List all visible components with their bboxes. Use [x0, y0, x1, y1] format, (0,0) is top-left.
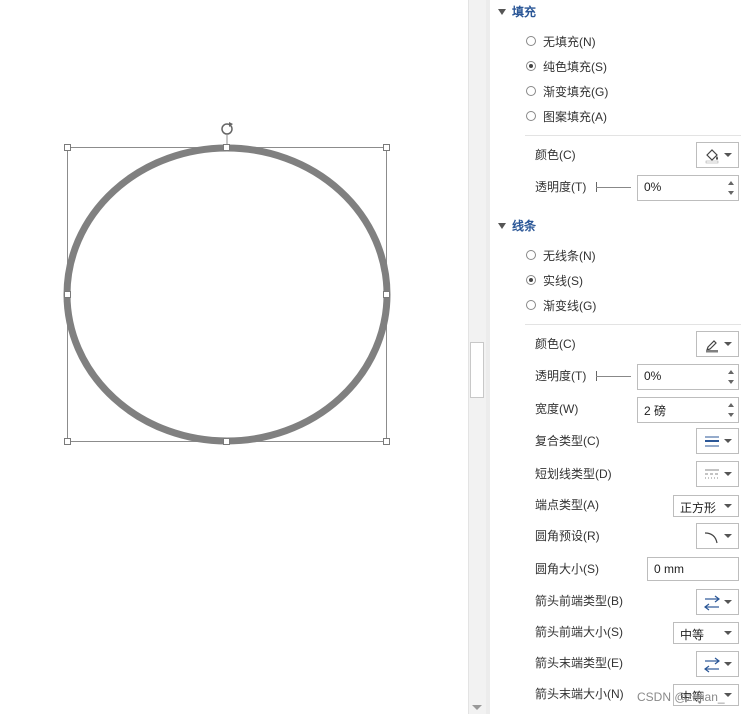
select-value: 正方形: [680, 501, 717, 515]
line-color-button[interactable]: [696, 331, 739, 357]
resize-handle-bottom-right[interactable]: [383, 438, 390, 445]
line-transparency-slider[interactable]: [596, 371, 631, 383]
arrow-end-type-label: 箭头末端类型(E): [535, 656, 623, 670]
arrow-end-size-label: 箭头末端大小(N): [535, 687, 624, 701]
radio-selected-icon: [526, 61, 536, 71]
line-option-label: 渐变线(G): [543, 299, 597, 313]
line-option-label: 实线(S): [543, 274, 583, 288]
radio-icon: [526, 250, 536, 260]
spinner-value[interactable]: 2 磅: [644, 402, 666, 419]
divider: [525, 135, 741, 136]
radio-icon: [526, 86, 536, 96]
fill-transparency-spinner[interactable]: 0%: [637, 175, 739, 201]
spin-down-icon[interactable]: [728, 380, 734, 384]
input-value[interactable]: 0 mm: [654, 562, 684, 576]
line-width-spinner[interactable]: 2 磅: [637, 397, 739, 423]
line-transparency-spinner[interactable]: 0%: [637, 364, 739, 390]
chevron-down-icon: [724, 631, 732, 635]
resize-handle-bottom-left[interactable]: [64, 438, 71, 445]
line-color-label: 颜色(C): [535, 337, 576, 351]
fill-option-label: 图案填充(A): [543, 110, 607, 124]
compound-lines-icon: [705, 436, 719, 447]
spin-up-icon[interactable]: [728, 403, 734, 407]
watermark-text: CSDN @zhjian_: [637, 690, 725, 704]
document-scrollbar[interactable]: [468, 0, 486, 714]
fill-transparency-label: 透明度(T): [535, 180, 587, 194]
drawing-canvas[interactable]: [0, 0, 468, 714]
chevron-down-icon: [724, 439, 732, 443]
fill-transparency-slider[interactable]: [596, 182, 631, 194]
chevron-down-icon: [724, 600, 732, 604]
corner-icon: [704, 532, 718, 544]
divider: [525, 324, 741, 325]
chevron-down-icon: [724, 534, 732, 538]
collapse-triangle-icon: [498, 223, 506, 229]
slider-track: [596, 376, 631, 377]
spin-up-icon[interactable]: [728, 181, 734, 185]
resize-handle-bottom[interactable]: [223, 438, 230, 445]
cap-type-select[interactable]: 正方形: [673, 495, 739, 517]
dash-lines-icon: [705, 469, 719, 479]
chevron-down-icon: [724, 153, 732, 157]
arrow-lines-icon: [704, 595, 720, 611]
corner-preset-button[interactable]: [696, 523, 739, 549]
spin-down-icon[interactable]: [728, 191, 734, 195]
cap-type-label: 端点类型(A): [535, 498, 599, 512]
arrow-begin-type-button[interactable]: [696, 589, 739, 615]
resize-handle-top-right[interactable]: [383, 144, 390, 151]
resize-handle-left[interactable]: [64, 291, 71, 298]
resize-handle-top-left[interactable]: [64, 144, 71, 151]
chevron-down-icon: [724, 693, 732, 697]
dash-type-button[interactable]: [696, 461, 739, 487]
radio-icon: [526, 36, 536, 46]
line-transparency-label: 透明度(T): [535, 369, 587, 383]
pen-color-icon: [706, 340, 718, 353]
fill-option-label: 纯色填充(S): [543, 60, 607, 74]
resize-handle-top[interactable]: [223, 144, 230, 151]
fill-section-title: 填充: [512, 5, 537, 19]
chevron-down-icon: [724, 662, 732, 666]
arrow-begin-size-select[interactable]: 中等: [673, 622, 739, 644]
slider-track: [596, 187, 631, 188]
spin-up-icon[interactable]: [728, 370, 734, 374]
radio-selected-icon: [526, 275, 536, 285]
chevron-down-icon: [724, 472, 732, 476]
fill-option-label: 渐变填充(G): [543, 85, 609, 99]
line-section-title: 线条: [512, 219, 537, 233]
arrow-end-type-button[interactable]: [696, 651, 739, 677]
collapse-triangle-icon: [498, 9, 506, 15]
rotate-icon[interactable]: [221, 122, 233, 144]
radio-icon: [526, 300, 536, 310]
spinner-value[interactable]: 0%: [644, 369, 661, 383]
select-value: 中等: [680, 628, 705, 642]
chevron-down-icon: [724, 342, 732, 346]
arrow-lines-icon: [704, 657, 720, 673]
line-width-label: 宽度(W): [535, 402, 579, 416]
dash-type-label: 短划线类型(D): [535, 467, 612, 481]
fill-option-label: 无填充(N): [543, 35, 596, 49]
compound-type-label: 复合类型(C): [535, 434, 600, 448]
compound-type-button[interactable]: [696, 428, 739, 454]
fill-section-header[interactable]: 填充: [498, 2, 537, 22]
resize-handle-right[interactable]: [383, 291, 390, 298]
radio-icon: [526, 111, 536, 121]
line-option-label: 无线条(N): [543, 249, 596, 263]
arrow-begin-type-label: 箭头前端类型(B): [535, 594, 623, 608]
corner-size-label: 圆角大小(S): [535, 562, 599, 576]
corner-size-input[interactable]: 0 mm: [647, 557, 739, 581]
line-section-header[interactable]: 线条: [498, 216, 537, 236]
spinner-value[interactable]: 0%: [644, 180, 661, 194]
ellipse-shape[interactable]: [63, 144, 391, 445]
spin-down-icon[interactable]: [728, 413, 734, 417]
fill-color-button[interactable]: [696, 142, 739, 168]
shape-properties-panel: 填充 无填充(N) 纯色填充(S) 渐变填充(G) 图案填充(A) 颜色(C) …: [490, 0, 753, 714]
corner-preset-label: 圆角预设(R): [535, 529, 600, 543]
scroll-down-arrow[interactable]: [472, 705, 482, 710]
chevron-down-icon: [724, 504, 732, 508]
canvas-svg: [63, 122, 391, 445]
scrollbar-thumb[interactable]: [470, 342, 484, 398]
paint-bucket-icon: [705, 149, 719, 164]
arrow-begin-size-label: 箭头前端大小(S): [535, 625, 623, 639]
fill-color-label: 颜色(C): [535, 148, 576, 162]
